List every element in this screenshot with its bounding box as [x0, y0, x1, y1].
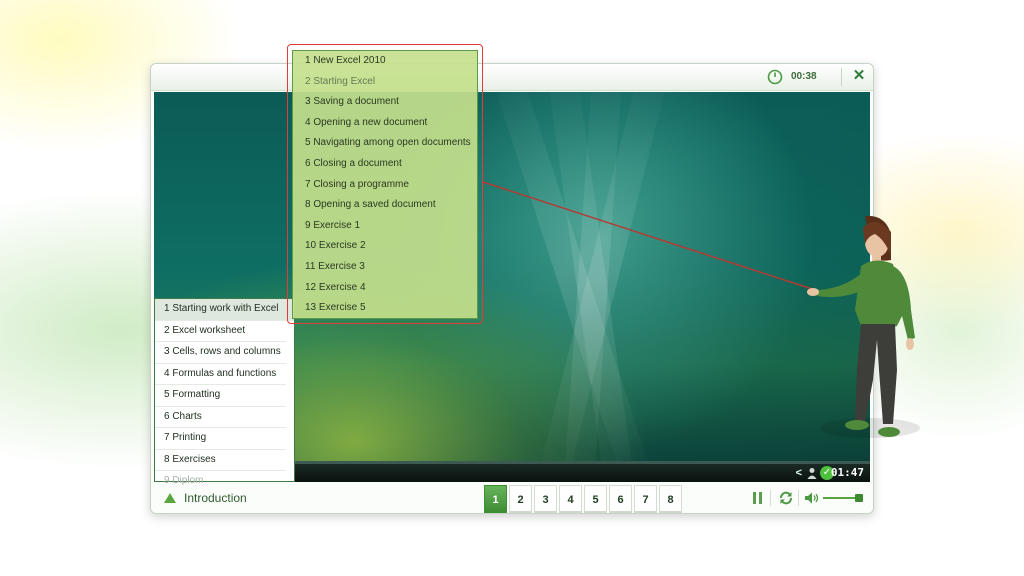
lesson-item[interactable]: 1 New Excel 2010 — [293, 51, 477, 72]
lesson-item[interactable]: 12 Exercise 4 — [293, 278, 477, 299]
lesson-menu-highlight: 1 New Excel 2010 2 Starting Excel 3 Saving… — [287, 44, 483, 324]
chapter-item[interactable]: 1 Starting work with Excel — [155, 299, 294, 321]
lesson-item[interactable]: 2 Starting Excel — [293, 72, 477, 93]
chapter-item: 9 Diplom — [164, 475, 204, 486]
lesson-item[interactable]: 10 Exercise 2 — [293, 236, 477, 257]
chapter-item[interactable]: 5 Formatting — [155, 385, 286, 407]
chapter-menu: 1 Starting work with Excel 2 Excel worksh… — [154, 298, 295, 486]
chapter-item[interactable]: 4 Formulas and functions — [155, 364, 286, 385]
chapter-item[interactable]: 7 Printing — [155, 428, 286, 450]
presenter-figure — [807, 215, 920, 438]
lesson-item[interactable]: 9 Exercise 1 — [293, 216, 477, 237]
lesson-item[interactable]: 5 Navigating among open documents — [293, 133, 477, 154]
lesson-item[interactable]: 8 Opening a saved document — [293, 195, 477, 216]
chapter-item[interactable]: 2 Excel worksheet — [155, 321, 286, 342]
lesson-item[interactable]: 4 Opening a new document — [293, 113, 477, 134]
lesson-item[interactable]: 7 Closing a programme — [293, 175, 477, 196]
lesson-item[interactable]: 3 Saving a document — [293, 92, 477, 113]
chapter-item[interactable]: 3 Cells, rows and columns — [155, 342, 286, 364]
lesson-item[interactable]: 6 Closing a document — [293, 154, 477, 175]
lesson-item[interactable]: 13 Exercise 5 — [293, 298, 477, 319]
chapter-item[interactable]: 8 Exercises — [155, 450, 286, 471]
chapter-item[interactable]: 6 Charts — [155, 407, 286, 428]
lesson-item[interactable]: 11 Exercise 3 — [293, 257, 477, 278]
lesson-menu: 1 New Excel 2010 2 Starting Excel 3 Saving… — [292, 50, 478, 319]
